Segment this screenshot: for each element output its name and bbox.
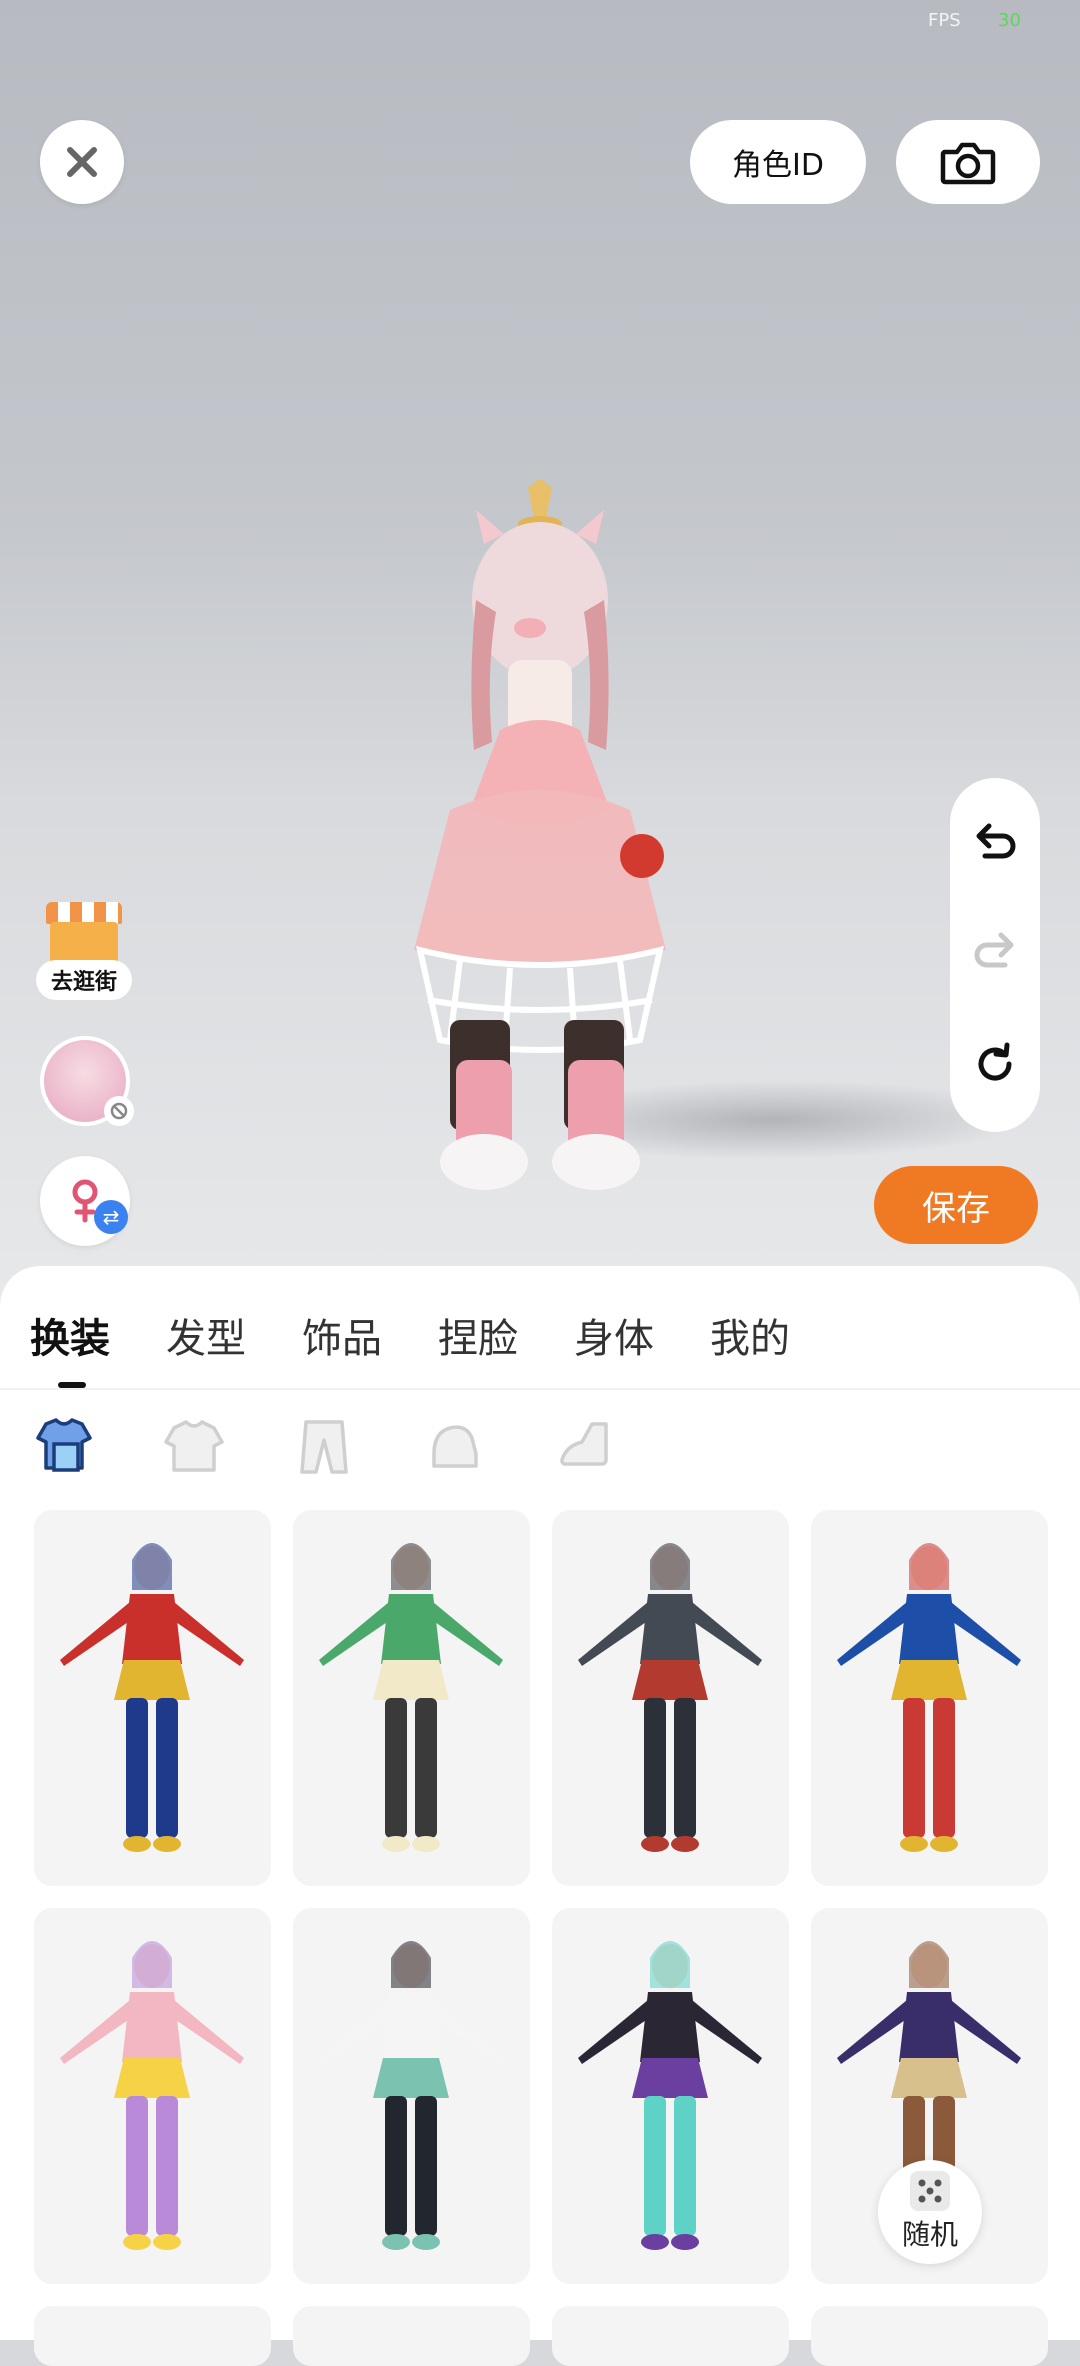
outfit-icon[interactable] — [32, 1414, 96, 1478]
category-tabs: 换装 发型 饰品 捏脸 身体 我的 — [0, 1306, 1080, 1386]
outfit-card[interactable] — [552, 2306, 789, 2366]
reset-icon[interactable] — [971, 1040, 1019, 1088]
shop-label: 去逛街 — [36, 960, 132, 1000]
pants-icon[interactable] — [292, 1414, 356, 1478]
role-id-button[interactable]: 角色ID — [690, 120, 866, 204]
outfit-card[interactable] — [34, 1908, 271, 2284]
shoe-icon[interactable] — [552, 1414, 616, 1478]
save-button[interactable]: 保存 — [874, 1166, 1038, 1244]
close-icon — [67, 147, 97, 177]
divider — [0, 1388, 1080, 1390]
fps-value: 30 — [998, 10, 1021, 31]
tab-outfit[interactable]: 换装 — [30, 1306, 110, 1364]
outfit-card[interactable] — [34, 2306, 271, 2366]
undo-icon[interactable] — [971, 822, 1019, 866]
tab-face[interactable]: 捏脸 — [438, 1306, 518, 1364]
outfit-card[interactable] — [293, 2306, 530, 2366]
random-label: 随机 — [901, 2218, 958, 2251]
role-id-label: 角色ID — [732, 148, 824, 183]
swap-icon: ⇄ — [94, 1200, 128, 1234]
tab-hairstyle[interactable]: 发型 — [166, 1306, 246, 1364]
glove-icon[interactable] — [422, 1414, 486, 1478]
dice-icon — [910, 2171, 950, 2211]
tab-body[interactable]: 身体 — [574, 1306, 654, 1364]
tab-accessories[interactable]: 饰品 — [302, 1306, 382, 1364]
pink-cat-costume — [60, 1941, 244, 2250]
history-toolbar — [950, 778, 1040, 1132]
close-button[interactable] — [40, 120, 124, 204]
camera-button[interactable] — [896, 120, 1040, 204]
outfit-card[interactable] — [293, 1908, 530, 2284]
wonder-hero-outfit — [60, 1543, 244, 1852]
sport-tracksuit — [319, 1941, 503, 2250]
random-button[interactable]: 随机 — [878, 2160, 982, 2264]
top-icon[interactable] — [162, 1414, 226, 1478]
tab-mine[interactable]: 我的 — [710, 1306, 790, 1364]
green-kimono-outfit — [319, 1543, 503, 1852]
shop-icon — [46, 902, 122, 924]
outfit-card[interactable] — [34, 1510, 271, 1886]
outfit-card[interactable] — [552, 1510, 789, 1886]
camera-icon — [940, 142, 996, 185]
outfit-card[interactable] — [552, 1908, 789, 2284]
fps-label: FPS — [928, 10, 961, 31]
gothic-dress — [578, 1941, 762, 2250]
save-label: 保存 — [922, 1188, 990, 1229]
go-shopping-button[interactable]: 去逛街 — [36, 896, 132, 1006]
red-blue-hero-suit — [837, 1543, 1021, 1852]
outfit-card[interactable] — [811, 1510, 1048, 1886]
character-model[interactable] — [380, 480, 700, 1200]
3d-preview-stage[interactable]: FPS 30 角色ID 保存 去逛街 ⇄ — [0, 0, 1080, 1300]
outfit-card[interactable] — [811, 2306, 1048, 2366]
redo-icon[interactable] — [971, 931, 1019, 975]
black-tactical-suit — [578, 1543, 762, 1852]
hide-icon — [104, 1096, 134, 1126]
outfit-card[interactable] — [293, 1510, 530, 1886]
